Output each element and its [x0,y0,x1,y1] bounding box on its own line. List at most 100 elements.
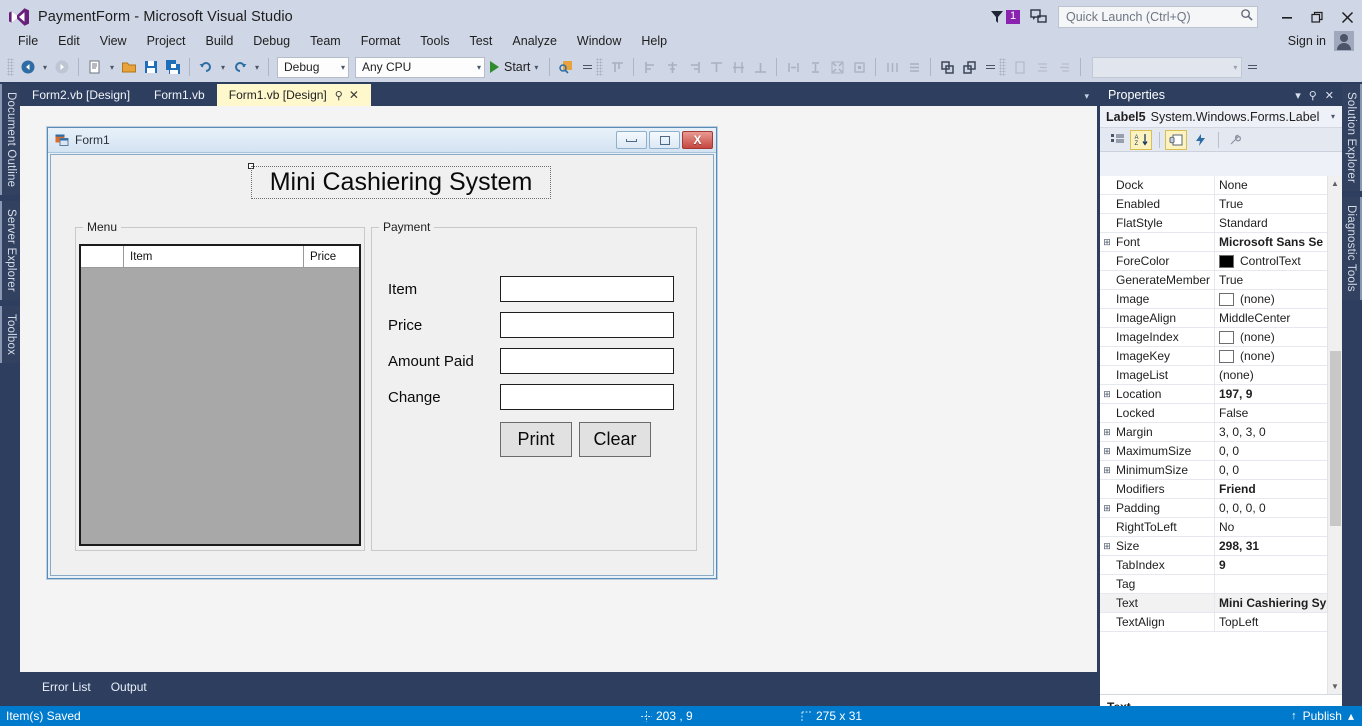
property-row[interactable]: Tag [1100,574,1342,594]
menu-item-help[interactable]: Help [631,32,677,50]
property-value-cell[interactable]: 298, 31 [1214,536,1342,556]
find-icon[interactable] [555,56,577,78]
undo-icon[interactable] [195,56,217,78]
style-combo[interactable]: ▾ [1092,56,1243,78]
expand-icon[interactable]: ⊞ [1100,237,1114,248]
property-value-cell[interactable]: (none) [1214,289,1342,309]
navigate-backward-icon[interactable] [17,56,39,78]
pin-icon[interactable]: ⚲ [1309,89,1317,102]
navigate-backward-dropdown-icon[interactable]: ▾ [39,63,51,72]
property-row[interactable]: ImageAlign MiddleCenter [1100,308,1342,328]
property-value-cell[interactable]: TopLeft [1214,612,1342,632]
property-value-cell[interactable]: True [1214,194,1342,214]
property-row[interactable]: Image (none) [1100,289,1342,309]
property-value-cell[interactable]: ControlText [1214,251,1342,271]
tab-form1-vb[interactable]: Form1.vb [142,84,217,106]
menu-item-team[interactable]: Team [300,32,351,50]
property-value-cell[interactable]: 0, 0 [1214,441,1342,461]
close-button[interactable] [1332,2,1362,32]
new-item-dropdown-icon[interactable]: ▾ [106,63,118,72]
property-value-cell[interactable] [1214,574,1342,594]
layout-toolbar-grip[interactable] [596,58,604,76]
property-row[interactable]: GenerateMember True [1100,270,1342,290]
sidebar-item-diagnostic-tools[interactable]: Diagnostic Tools [1342,196,1362,300]
start-debug-button[interactable]: Start ▾ [488,60,544,74]
redo-dropdown-icon[interactable]: ▾ [251,63,263,72]
sidebar-item-document-outline[interactable]: Document Outline [0,84,20,196]
price-input[interactable] [500,312,674,338]
property-value-cell[interactable]: (none) [1214,346,1342,366]
navigate-forward-icon[interactable] [51,56,73,78]
designed-form-window[interactable]: Form1 X Mini Cashiering System Menu Item… [47,127,717,579]
form-client-area[interactable]: Mini Cashiering System Menu Item Price P… [50,154,714,576]
property-row[interactable]: TabIndex 9 [1100,555,1342,575]
property-row[interactable]: ImageIndex (none) [1100,327,1342,347]
properties-dropdown-icon[interactable]: ▾ [1295,89,1301,102]
tab-form1-design[interactable]: Form1.vb [Design] ⚲ ✕ [216,84,371,106]
publish-expand-icon[interactable]: ▴ [1348,709,1354,723]
property-value-cell[interactable]: 3, 0, 3, 0 [1214,422,1342,442]
menu-item-window[interactable]: Window [567,32,631,50]
property-value-cell[interactable]: (none) [1214,327,1342,347]
property-value-cell[interactable]: Standard [1214,213,1342,233]
bring-to-front-icon[interactable] [936,56,958,78]
tab-output[interactable]: Output [101,676,157,694]
expand-icon[interactable]: ⊞ [1100,465,1114,476]
property-row[interactable]: ⊞ Font Microsoft Sans Se [1100,232,1342,252]
format-toolbar-grip[interactable] [999,58,1007,76]
property-value-cell[interactable]: Microsoft Sans Se [1214,232,1342,252]
property-row[interactable]: ⊞ Size 298, 31 [1100,536,1342,556]
menu-group-box[interactable]: Menu Item Price [75,220,365,551]
property-row[interactable]: ⊞ MaximumSize 0, 0 [1100,441,1342,461]
tab-error-list[interactable]: Error List [32,676,101,694]
menu-data-grid-view[interactable]: Item Price [79,244,361,546]
clear-button[interactable]: Clear [579,422,651,457]
property-value-cell[interactable]: True [1214,270,1342,290]
amount-paid-input[interactable] [500,348,674,374]
send-feedback-icon[interactable] [1030,8,1048,26]
property-row[interactable]: Enabled True [1100,194,1342,214]
menu-item-analyze[interactable]: Analyze [502,32,566,50]
scroll-up-button[interactable]: ▲ [1328,176,1342,191]
quick-launch-input[interactable]: Quick Launch (Ctrl+Q) [1058,6,1258,28]
grid-column-header-price[interactable]: Price [304,246,359,267]
property-value-cell[interactable]: 9 [1214,555,1342,575]
notifications[interactable]: 1 [989,9,1020,25]
property-value-cell[interactable]: 0, 0 [1214,460,1342,480]
property-row[interactable]: TextAlign TopLeft [1100,612,1342,632]
expand-icon[interactable]: ⊞ [1100,389,1114,400]
chevron-down-icon[interactable]: ▾ [1331,112,1338,121]
menu-item-debug[interactable]: Debug [243,32,300,50]
start-dropdown-icon[interactable]: ▾ [530,63,542,72]
close-icon[interactable]: ✕ [349,88,359,102]
account-avatar-icon[interactable] [1334,31,1354,51]
grid-column-header-blank[interactable] [81,246,124,267]
menu-item-format[interactable]: Format [351,32,411,50]
layout-overflow-button[interactable] [984,64,996,70]
expand-icon[interactable]: ⊞ [1100,427,1114,438]
sidebar-item-solution-explorer[interactable]: Solution Explorer [1342,84,1362,191]
property-row[interactable]: ⊞ Margin 3, 0, 3, 0 [1100,422,1342,442]
properties-icon[interactable] [1165,129,1187,150]
send-to-back-icon[interactable] [958,56,980,78]
redo-icon[interactable] [229,56,251,78]
form-maximize-button[interactable] [649,131,680,149]
property-row[interactable]: ⊞ MinimumSize 0, 0 [1100,460,1342,480]
property-row[interactable]: Locked False [1100,403,1342,423]
sign-in-link[interactable]: Sign in [1288,34,1334,48]
menu-item-test[interactable]: Test [459,32,502,50]
form-minimize-button[interactable] [616,131,647,149]
heading-label[interactable]: Mini Cashiering System [251,166,551,199]
tab-form2-design[interactable]: Form2.vb [Design] [20,84,142,106]
sidebar-item-server-explorer[interactable]: Server Explorer [0,201,20,301]
property-row[interactable]: ForeColor ControlText [1100,251,1342,271]
property-value-cell[interactable]: No [1214,517,1342,537]
alphabetical-icon[interactable]: AZ [1130,129,1152,150]
property-row[interactable]: ImageKey (none) [1100,346,1342,366]
property-row[interactable]: Text Mini Cashiering Sy [1100,593,1342,613]
property-value-cell[interactable]: (none) [1214,365,1342,385]
format-overflow-button[interactable] [1246,64,1258,70]
property-pages-icon[interactable] [1224,130,1246,150]
menu-item-view[interactable]: View [90,32,137,50]
property-row[interactable]: Modifiers Friend [1100,479,1342,499]
